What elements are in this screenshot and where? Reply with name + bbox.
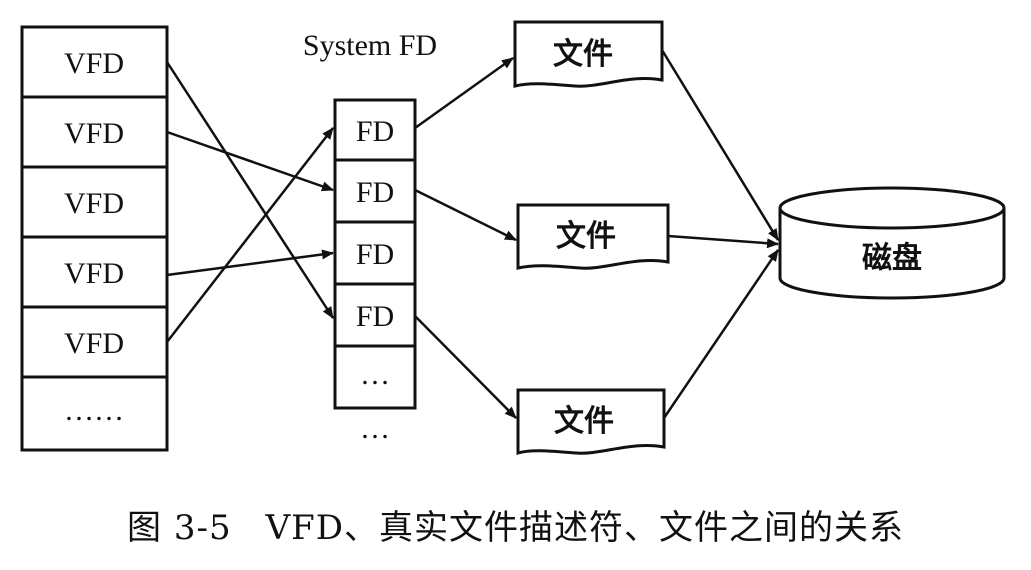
arrow-vfd4-fd3 — [166, 249, 334, 277]
vfd-label: VFD — [64, 117, 124, 150]
arrow-file1-disk — [660, 49, 780, 241]
figure-caption: 图 3-5 VFD、真实文件描述符、文件之间的关系 — [0, 500, 1031, 549]
figure-number: 图 3-5 — [127, 508, 232, 548]
system-fd-header: System FD — [303, 29, 437, 62]
arrow-vfd1-fd4 — [165, 61, 335, 319]
figure-title: VFD、真实文件描述符、文件之间的关系 — [265, 508, 904, 548]
arrow-file2-disk — [667, 234, 779, 249]
file-label: 文件 — [553, 37, 613, 72]
arrow-fd4-file3 — [414, 315, 517, 419]
vfd-label: VFD — [64, 47, 124, 80]
fd-label: FD — [356, 115, 394, 148]
vfd-column — [20, 25, 169, 452]
vfd-label: VFD — [64, 187, 124, 220]
vfd-ellipsis: …… — [64, 394, 124, 427]
fd-file-arrows — [414, 56, 517, 419]
vfd-fd-arrows — [165, 61, 335, 343]
arrow-fd2-file2 — [414, 188, 517, 242]
fd-label: FD — [356, 238, 394, 271]
fd-ellipsis: … — [360, 358, 390, 391]
fd-trailing-ellipsis: … — [360, 412, 390, 445]
vfd-fd-file-diagram: VFD VFD VFD VFD VFD …… System FD FD FD F… — [20, 20, 1006, 456]
file-label: 文件 — [554, 404, 614, 439]
disk-label: 磁盘 — [862, 241, 922, 276]
fd-label: FD — [356, 176, 394, 209]
arrow-file3-disk — [662, 249, 780, 419]
vfd-label: VFD — [64, 257, 124, 290]
vfd-label: VFD — [64, 327, 124, 360]
file-disk-arrows — [660, 49, 780, 419]
fd-label: FD — [356, 300, 394, 333]
file-label: 文件 — [556, 219, 616, 254]
arrow-fd1-file1 — [414, 56, 514, 130]
